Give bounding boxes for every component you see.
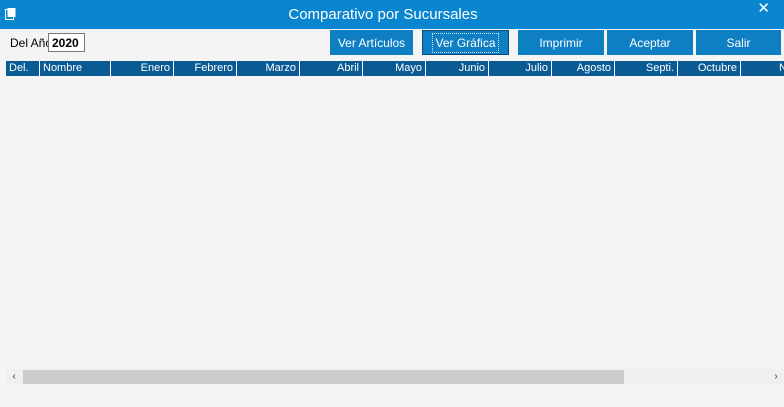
column-header-marzo[interactable]: Marzo bbox=[237, 61, 300, 76]
year-label: Del Año bbox=[10, 36, 53, 50]
column-header-agosto[interactable]: Agosto bbox=[552, 61, 615, 76]
column-header-julio[interactable]: Julio bbox=[489, 61, 552, 76]
table-body bbox=[6, 76, 784, 369]
column-header-septiembre[interactable]: Septi. bbox=[615, 61, 678, 76]
column-header-octubre[interactable]: Octubre bbox=[678, 61, 741, 76]
ver-grafica-button[interactable]: Ver Gráfica bbox=[422, 30, 509, 55]
scroll-left-icon[interactable]: ‹ bbox=[6, 369, 22, 385]
column-header-junio[interactable]: Junio bbox=[426, 61, 489, 76]
column-header-febrero[interactable]: Febrero bbox=[174, 61, 237, 76]
column-header-noviembre[interactable]: Novi bbox=[741, 61, 784, 76]
column-header-abril[interactable]: Abril bbox=[300, 61, 363, 76]
scroll-right-icon[interactable]: › bbox=[768, 369, 784, 385]
column-header-enero[interactable]: Enero bbox=[111, 61, 174, 76]
close-icon[interactable]: ✕ bbox=[757, 1, 770, 17]
year-input[interactable]: 2020 bbox=[48, 33, 85, 52]
imprimir-button[interactable]: Imprimir bbox=[518, 30, 604, 55]
window-title: Comparativo por Sucursales bbox=[288, 6, 478, 23]
salir-button[interactable]: Salir bbox=[696, 30, 781, 55]
column-header-mayo[interactable]: Mayo bbox=[363, 61, 426, 76]
scrollbar-thumb[interactable] bbox=[23, 370, 624, 384]
ver-articulos-button[interactable]: Ver Artículos bbox=[330, 30, 413, 55]
table-header: Del. Nombre Enero Febrero Marzo Abril Ma… bbox=[6, 61, 784, 76]
horizontal-scrollbar[interactable]: ‹ › bbox=[6, 369, 784, 385]
column-header-nombre[interactable]: Nombre bbox=[40, 61, 111, 76]
title-bar: Comparativo por Sucursales ✕ bbox=[0, 0, 784, 29]
column-header-del[interactable]: Del. bbox=[6, 61, 40, 76]
aceptar-button[interactable]: Aceptar bbox=[607, 30, 693, 55]
